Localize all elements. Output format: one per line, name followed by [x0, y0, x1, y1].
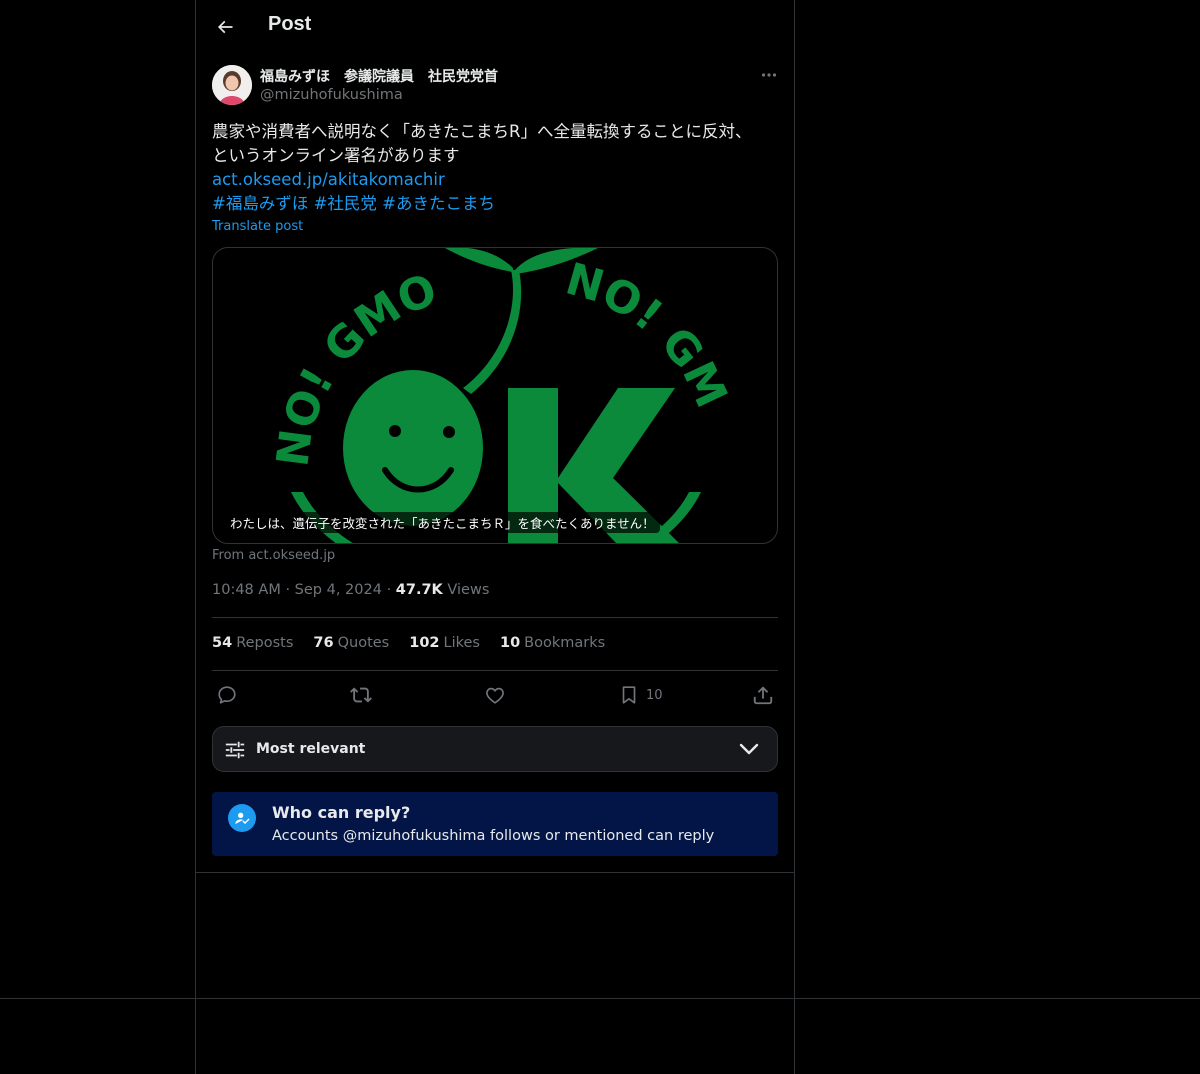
- back-button[interactable]: [208, 10, 242, 44]
- link-card[interactable]: NO! GMO NO! GM わたしは、遺伝子を改変された「あきたこまちＲ」を食…: [212, 247, 778, 544]
- hashtag[interactable]: #福島みずほ: [212, 194, 308, 213]
- bookmark-count: 10: [646, 687, 663, 703]
- repost-icon: [350, 687, 372, 703]
- more-horizontal-icon: [761, 73, 777, 77]
- post-meta: 10:48 AM · Sep 4, 2024 · 47.7K Views: [212, 582, 489, 598]
- bookmarks-label: Bookmarks: [524, 635, 606, 651]
- views-label: Views: [447, 582, 490, 598]
- share-icon: [753, 686, 773, 705]
- bookmark-icon: [622, 686, 636, 704]
- quotes-label: Quotes: [337, 635, 390, 651]
- like-button[interactable]: [484, 683, 506, 707]
- okseed-logo-image: NO! GMO NO! GM: [267, 248, 737, 543]
- page: Post 福島みずほ 参議院議員 社民党党首 @mizuhofukushima …: [0, 0, 1200, 1074]
- hashtag[interactable]: #あきたこまち: [382, 194, 495, 213]
- heart-icon: [486, 687, 504, 704]
- post-time[interactable]: 10:48 AM: [212, 582, 281, 598]
- sliders-icon: [225, 741, 245, 759]
- divider: [196, 872, 794, 873]
- quotes-count: 76: [313, 635, 334, 651]
- post-text-line: というオンライン署名があります: [212, 146, 460, 165]
- reposts-stat[interactable]: 54 Reposts: [212, 635, 293, 651]
- sort-label: Most relevant: [256, 741, 366, 757]
- bookmarks-stat[interactable]: 10 Bookmarks: [500, 635, 605, 651]
- reply-button[interactable]: [216, 683, 238, 707]
- reply-icon: [218, 686, 236, 704]
- likes-label: Likes: [443, 635, 480, 651]
- reposts-count: 54: [212, 635, 233, 651]
- hashtag[interactable]: #社民党: [314, 194, 377, 213]
- card-caption: わたしは、遺伝子を改変された「あきたこまちＲ」を食べたくありません！: [225, 512, 660, 533]
- divider: [212, 670, 778, 671]
- likes-stat[interactable]: 102 Likes: [409, 635, 480, 651]
- repost-button[interactable]: [350, 683, 372, 707]
- reply-restriction-title: Who can reply?: [272, 803, 411, 822]
- author-name[interactable]: 福島みずほ 参議院議員 社民党党首: [260, 66, 498, 86]
- more-button[interactable]: [756, 64, 782, 86]
- author-handle[interactable]: @mizuhofukushima: [260, 87, 403, 103]
- post-date[interactable]: Sep 4, 2024: [295, 582, 382, 598]
- meta-separator: ·: [386, 582, 396, 598]
- arrow-left-icon: [217, 20, 233, 34]
- bookmarks-count: 10: [499, 635, 521, 651]
- post-stats: 54 Reposts 76 Quotes 102 Likes 10 Bookmarks: [212, 635, 605, 651]
- hashtag-list: #福島みずほ #社民党 #あきたこまち: [212, 192, 772, 216]
- avatar-image: [212, 65, 252, 105]
- avatar[interactable]: [212, 65, 252, 105]
- post-text-line: 農家や消費者へ説明なく「あきたこまちR」へ全量転換することに反対、: [212, 122, 752, 141]
- meta-separator: ·: [285, 582, 295, 598]
- card-source[interactable]: From act.okseed.jp: [212, 548, 335, 563]
- quotes-stat[interactable]: 76 Quotes: [313, 635, 389, 651]
- page-title: Post: [268, 13, 312, 35]
- reply-restriction-notice: Who can reply? Accounts @mizuhofukushima…: [212, 792, 778, 856]
- translate-post-link[interactable]: Translate post: [212, 219, 303, 234]
- post-link[interactable]: act.okseed.jp/akitakomachir: [212, 168, 772, 192]
- chevron-down-icon: [739, 743, 759, 755]
- likes-count: 102: [409, 635, 440, 651]
- divider: [212, 617, 778, 618]
- reply-restriction-description: Accounts @mizuhofukushima follows or men…: [272, 828, 715, 844]
- bookmark-button[interactable]: 10: [618, 683, 663, 707]
- user-check-icon: [228, 804, 256, 832]
- views-count: 47.7K: [395, 582, 443, 598]
- post-column: Post 福島みずほ 参議院議員 社民党党首 @mizuhofukushima …: [195, 0, 795, 1074]
- reposts-label: Reposts: [236, 635, 294, 651]
- post-text: 農家や消費者へ説明なく「あきたこまちR」へ全量転換することに反対、 というオンラ…: [212, 120, 772, 216]
- share-button[interactable]: [752, 683, 774, 707]
- sort-replies-dropdown[interactable]: Most relevant: [212, 726, 778, 772]
